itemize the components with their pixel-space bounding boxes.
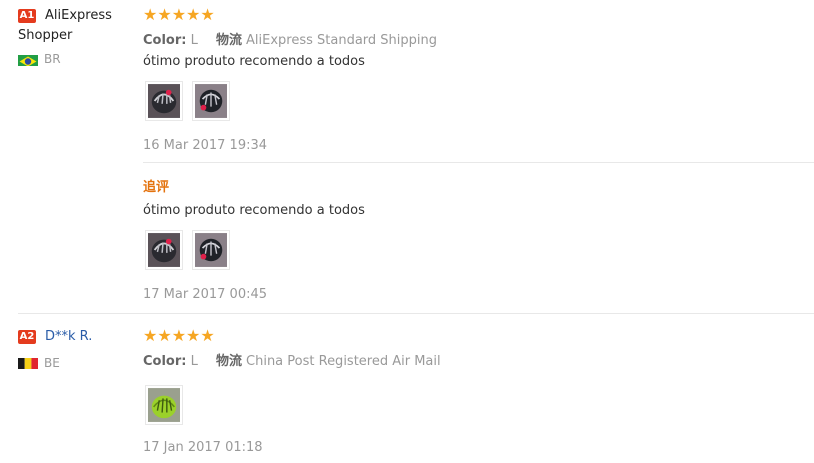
followup-photo-thumbnail[interactable]: [145, 230, 183, 270]
color-label: Color:: [143, 33, 187, 48]
review-date: 17 Jan 2017 01:18: [143, 440, 263, 455]
reviewer-name-link[interactable]: D**k R.: [45, 327, 92, 347]
followup-label: 追评: [143, 180, 170, 195]
brazil-flag-icon: [18, 53, 38, 66]
followup-date: 17 Mar 2017 00:45: [143, 287, 268, 302]
reviewer-name: AliExpress Shopper: [18, 8, 112, 43]
reviewer-badge: A2: [18, 330, 36, 344]
shipping-label: 物流: [216, 33, 243, 48]
divider: [143, 162, 814, 163]
order-info: Color: L 物流 China Post Registered Air Mai…: [143, 350, 441, 369]
shipping-value: China Post Registered Air Mail: [246, 354, 441, 369]
color-label: Color:: [143, 354, 187, 369]
rating-stars: ★★★★★: [143, 326, 215, 345]
belgium-flag-icon: [18, 356, 38, 369]
helmet-photo-icon: [148, 84, 180, 118]
review-photo-thumbnail[interactable]: [145, 385, 183, 425]
review-photo-thumbnail[interactable]: [192, 81, 230, 121]
helmet-photo-icon: [148, 388, 180, 422]
helmet-photo-icon: [195, 233, 227, 267]
helmet-photo-icon: [195, 84, 227, 118]
country-code: BR: [44, 52, 61, 66]
followup-photo-thumbnail[interactable]: [192, 230, 230, 270]
followup-text: ótimo produto recomendo a todos: [143, 203, 365, 218]
rating-stars: ★★★★★: [143, 5, 215, 24]
shipping-value: AliExpress Standard Shipping: [246, 33, 438, 48]
color-value: L: [190, 33, 198, 48]
review-divider: [18, 313, 814, 314]
review-text: ótimo produto recomendo a todos: [143, 54, 365, 69]
review-photo-thumbnail[interactable]: [145, 81, 183, 121]
color-value: L: [190, 354, 198, 369]
country-code: BE: [44, 356, 60, 370]
order-info: Color: L 物流 AliExpress Standard Shipping: [143, 29, 437, 48]
shipping-label: 物流: [216, 354, 243, 369]
helmet-photo-icon: [148, 233, 180, 267]
review-date: 16 Mar 2017 19:34: [143, 138, 268, 153]
